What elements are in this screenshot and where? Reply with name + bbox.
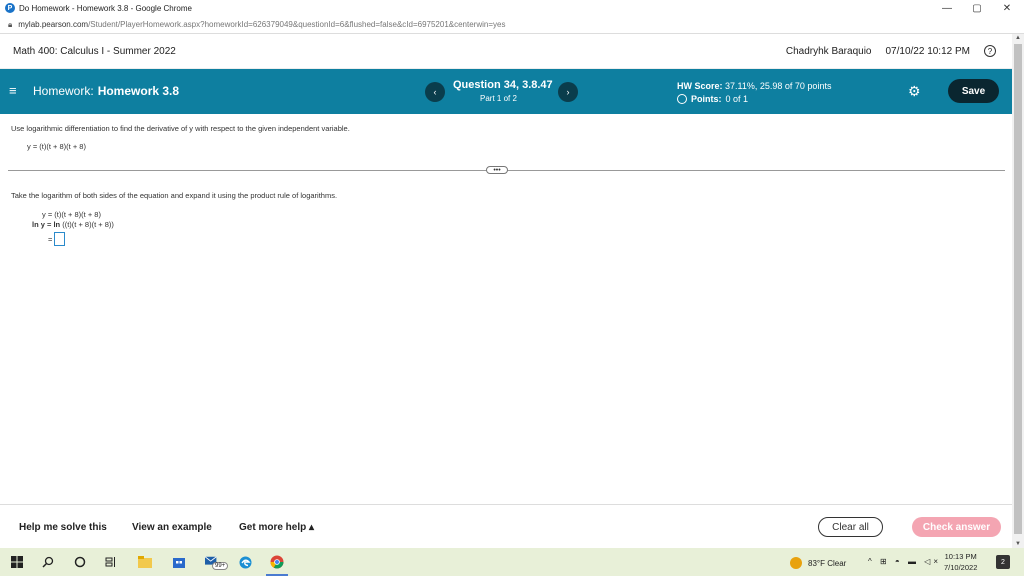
chrome-icon[interactable]	[270, 555, 284, 569]
question-instruction: Use logarithmic differentiation to find …	[11, 124, 350, 133]
points-label: Points:	[691, 94, 722, 104]
step-instruction: Take the logarithm of both sides of the …	[11, 191, 338, 200]
moon-icon	[790, 557, 802, 569]
work-line-2: ln y = ln ((t)(t + 8)(t + 8))	[32, 220, 114, 229]
scrollbar-thumb[interactable]	[1014, 44, 1022, 534]
question-equation: y = (t)(t + 8)(t + 8)	[27, 142, 86, 151]
work-line-2-rest: ((t)(t + 8)(t + 8))	[60, 220, 114, 229]
expand-handle[interactable]: •••	[486, 166, 508, 174]
equals-sign: =	[48, 234, 53, 244]
restore-button[interactable]: ▢	[962, 0, 992, 16]
homework-title: Homework: Homework 3.8	[33, 84, 179, 98]
help-me-solve-button[interactable]: Help me solve this	[19, 522, 107, 533]
answer-input[interactable]	[54, 232, 66, 246]
notification-icon[interactable]: 2	[996, 555, 1010, 569]
question-part: Part 1 of 2	[480, 94, 517, 103]
lock-icon: 🔒︎	[8, 19, 13, 29]
windows-start-icon[interactable]	[10, 555, 24, 569]
weather-text: 83°F Clear	[808, 558, 847, 568]
gear-icon[interactable]: ⚙	[908, 83, 921, 100]
taskbar-time: 10:13 PM	[944, 552, 977, 561]
points-value: 0 of 1	[725, 94, 749, 104]
cortana-icon[interactable]	[73, 555, 87, 569]
address-bar[interactable]: 🔒︎ mylab.pearson.com /Student/PlayerHome…	[0, 16, 1024, 34]
work-line-3: =	[48, 232, 66, 246]
taskbar-clock[interactable]: 10:13 PM 7/10/2022	[944, 551, 977, 573]
store-icon[interactable]	[172, 555, 186, 569]
bottom-toolbar: Help me solve this View an example Get m…	[0, 504, 1012, 548]
homework-header: ≡ Homework: Homework 3.8 ‹ Question 34, 3…	[0, 69, 1012, 114]
question-title: Question 34, 3.8.47	[453, 79, 553, 91]
file-explorer-icon[interactable]	[138, 555, 152, 569]
pearson-logo-icon: P	[5, 3, 15, 13]
clear-all-button[interactable]: Clear all	[818, 517, 883, 537]
user-name[interactable]: Chadryhk Baraquio	[786, 46, 872, 57]
save-button[interactable]: Save	[948, 79, 999, 103]
scroll-up-icon[interactable]: ▲	[1015, 35, 1021, 41]
get-more-help-button[interactable]: Get more help ▴	[239, 522, 314, 533]
edge-icon[interactable]	[238, 555, 252, 569]
weather-widget[interactable]: 83°F Clear	[790, 557, 846, 569]
hw-score: HW Score: 37.11%, 25.98 of 70 points	[677, 81, 831, 91]
task-view-icon[interactable]	[104, 555, 118, 569]
course-name: Math 400: Calculus I - Summer 2022	[13, 45, 176, 57]
homework-prefix: Homework:	[33, 84, 94, 98]
current-datetime: 07/10/22 10:12 PM	[885, 45, 970, 57]
hw-score-value: 37.11%, 25.98 of 70 points	[725, 81, 832, 91]
homework-name: Homework 3.8	[97, 84, 180, 98]
windows-taskbar: 99+ 83°F Clear ^ ⊞ ◓ ▬ ◁× 10:13 PM 7/10/…	[0, 548, 1024, 576]
question-points: Points: 0 of 1	[677, 94, 748, 104]
url-domain: mylab.pearson.com	[18, 20, 89, 29]
question-content: Use logarithmic differentiation to find …	[0, 114, 1012, 504]
mail-badge: 99+	[212, 562, 229, 570]
work-line-2-prefix: ln y =	[32, 220, 54, 229]
next-question-button[interactable]: ›	[558, 82, 578, 102]
work-line-1: y = (t)(t + 8)(t + 8)	[42, 210, 101, 219]
minimize-button[interactable]: —	[932, 0, 962, 16]
hw-score-label: HW Score:	[677, 81, 723, 91]
close-button[interactable]: ✕	[992, 0, 1022, 16]
url-path: /Student/PlayerHomework.aspx?homeworkId=…	[88, 20, 506, 29]
menu-icon[interactable]: ≡	[9, 83, 17, 98]
previous-question-button[interactable]: ‹	[425, 82, 445, 102]
window-title: Do Homework - Homework 3.8 - Google Chro…	[19, 3, 192, 13]
browser-titlebar: P Do Homework - Homework 3.8 - Google Ch…	[0, 0, 1024, 16]
taskbar-date: 7/10/2022	[944, 563, 978, 572]
system-tray[interactable]: ^ ⊞ ◓ ▬ ◁×	[868, 557, 941, 566]
check-answer-button[interactable]: Check answer	[912, 517, 1001, 537]
course-header: Math 400: Calculus I - Summer 2022 Chadr…	[0, 34, 1012, 69]
search-icon[interactable]	[41, 555, 55, 569]
page-scrollbar[interactable]: ▲ ▼	[1012, 34, 1024, 548]
scroll-down-icon[interactable]: ▼	[1015, 541, 1021, 547]
view-example-button[interactable]: View an example	[132, 522, 212, 533]
progress-ring-icon	[677, 94, 687, 104]
help-icon[interactable]: ?	[984, 45, 996, 57]
